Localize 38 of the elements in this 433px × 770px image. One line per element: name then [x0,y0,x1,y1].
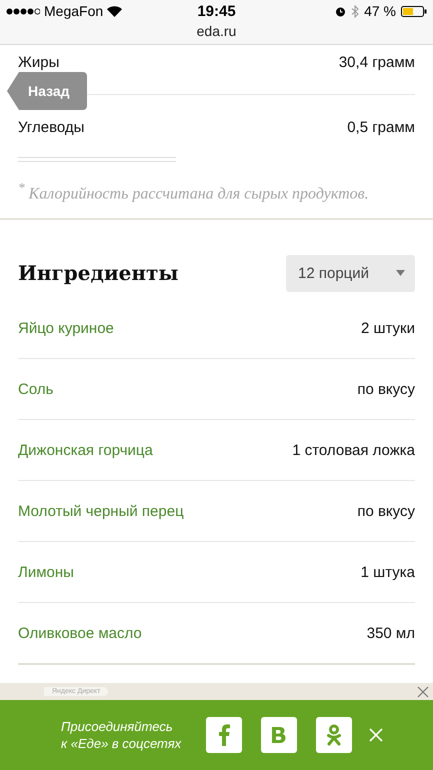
ingredient-amount: по вкусу [357,380,415,398]
ingredient-amount: 350 мл [366,624,415,642]
ingredient-link[interactable]: Оливковое масло [18,624,142,642]
servings-dropdown[interactable]: 12 порций [286,254,415,292]
bluetooth-icon [351,4,360,18]
address-url[interactable]: eda.ru [196,22,236,42]
status-time: 19:45 [197,2,236,20]
wifi-icon [107,6,122,16]
signal-icon [6,8,40,14]
nutrient-name: Жиры [18,54,60,71]
close-icon[interactable] [417,686,429,698]
ingredient-link[interactable]: Лимоны [18,564,74,580]
caret-icon [396,270,405,276]
vk-icon [271,726,287,744]
ingredient-link[interactable]: Яйцо куриное [18,320,114,336]
ingredient-link[interactable]: Соль [18,380,54,398]
nutrient-value: 30,4 грамм [338,54,415,71]
social-invite-text: Присоединяйтесь к «Еде» в соцсетях [61,718,182,752]
odnoklassniki-button[interactable] [316,717,352,753]
ingredient-link[interactable]: Дижонская горчица [18,442,153,458]
alarm-icon [335,6,346,16]
section-title: Ингредиенты [18,261,178,285]
ingredient-amount: 2 штуки [360,320,415,336]
ingredient-link[interactable]: Молотый черный перец [18,502,184,520]
ingredient-amount: 1 столовая ложка [292,442,415,458]
calorie-note: $^{*}$ Калорийность рассчитана для сырых продуктов. [18,180,369,204]
battery-percent: 47 % [364,3,396,19]
facebook-button[interactable] [206,717,242,753]
odnoklassniki-icon [326,724,342,746]
ingredient-amount: 1 штука [360,564,415,580]
nutrient-value: 0,5 грамм [347,118,415,136]
battery-icon [401,6,427,16]
ingredient-amount: по вкусу [357,502,415,520]
vk-button[interactable] [261,717,297,753]
carrier-name: MegaFon [44,3,104,19]
nutrient-name: Углеводы [18,118,84,136]
facebook-icon [218,724,230,746]
back-button[interactable]: Назад [7,72,87,110]
